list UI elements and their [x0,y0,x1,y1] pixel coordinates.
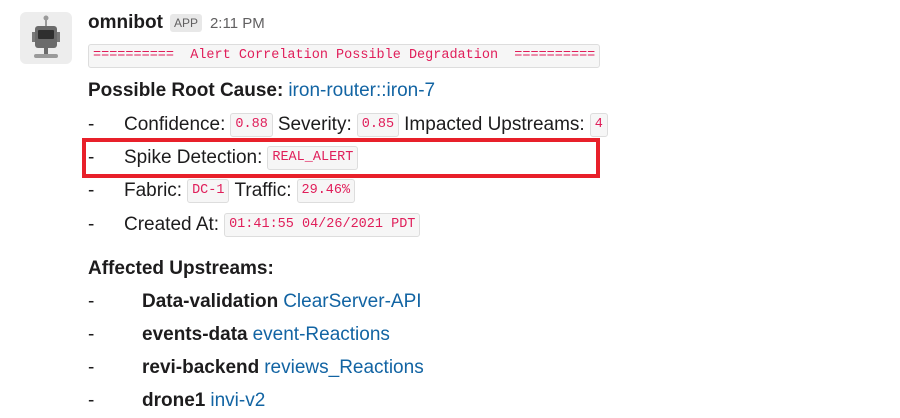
upstream-item: - events-data event-Reactions [88,320,390,350]
detail-label: Fabric: [124,180,183,201]
detail-label: Impacted Upstreams: [404,114,585,135]
bullet-dash: - [88,390,95,411]
upstream-item: - drone1 invi-v2 [88,386,265,416]
detail-line: - Fabric: DC-1 Traffic: 29.46% [88,176,356,206]
bullet-dash: - [88,357,95,378]
app-badge: APP [169,14,202,32]
affected-upstreams-label: Affected Upstreams: [88,258,274,279]
detail-line: - Confidence: 0.88 Severity: 0.85 Impacted Up… [88,110,608,140]
upstream-link[interactable]: reviews_Reactions [264,357,423,379]
upstream-link[interactable]: invi-v2 [210,390,265,412]
detail-value-code: DC-1 [187,179,230,203]
robot-avatar-icon [32,15,60,58]
detail-label: Created At: [124,214,220,235]
root-cause-link[interactable]: iron-router::iron-7 [288,80,435,102]
bot-avatar[interactable] [20,12,72,64]
bullet-dash: - [88,324,95,345]
highlight-box [82,138,600,178]
detail-line: - Created At: 01:41:55 04/26/2021 PDT [88,210,421,240]
detail-value-code: 01:41:55 04/26/2021 PDT [224,213,421,237]
message-timestamp[interactable]: 2:11 PM [210,15,265,32]
detail-label: Traffic: [234,180,292,201]
author-name[interactable]: omnibot [88,12,163,34]
upstream-item: - Data-validation ClearServer-API [88,287,422,317]
detail-label: Confidence: [124,114,226,135]
bullet-dash: - [88,291,95,312]
upstream-link[interactable]: ClearServer-API [283,291,421,313]
root-cause-line: Possible Root Cause: iron-router::iron-7 [88,76,435,106]
message-header: omnibot APP 2:11 PM [88,10,265,36]
alert-title-code: ========== Alert Correlation Possible De… [88,44,601,68]
detail-value-code: 29.46% [296,179,356,203]
detail-value-code: 4 [589,113,608,137]
alert-title-line: ========== Alert Correlation Possible De… [88,43,601,69]
detail-value-code: 0.85 [356,113,400,137]
upstream-name: drone1 [142,390,206,411]
detail-value-code: 0.88 [230,113,273,137]
upstream-item: - revi-backend reviews_Reactions [88,353,424,383]
upstream-name: events-data [142,324,248,345]
root-cause-label: Possible Root Cause: [88,80,284,101]
bullet-dash: - [88,180,95,201]
upstream-name: revi-backend [142,357,260,378]
upstream-link[interactable]: event-Reactions [253,324,390,346]
affected-upstreams-heading: Affected Upstreams: [88,254,274,284]
detail-label: Severity: [277,114,352,135]
bullet-dash: - [88,114,95,135]
bullet-dash: - [88,214,95,235]
upstream-name: Data-validation [142,291,279,312]
